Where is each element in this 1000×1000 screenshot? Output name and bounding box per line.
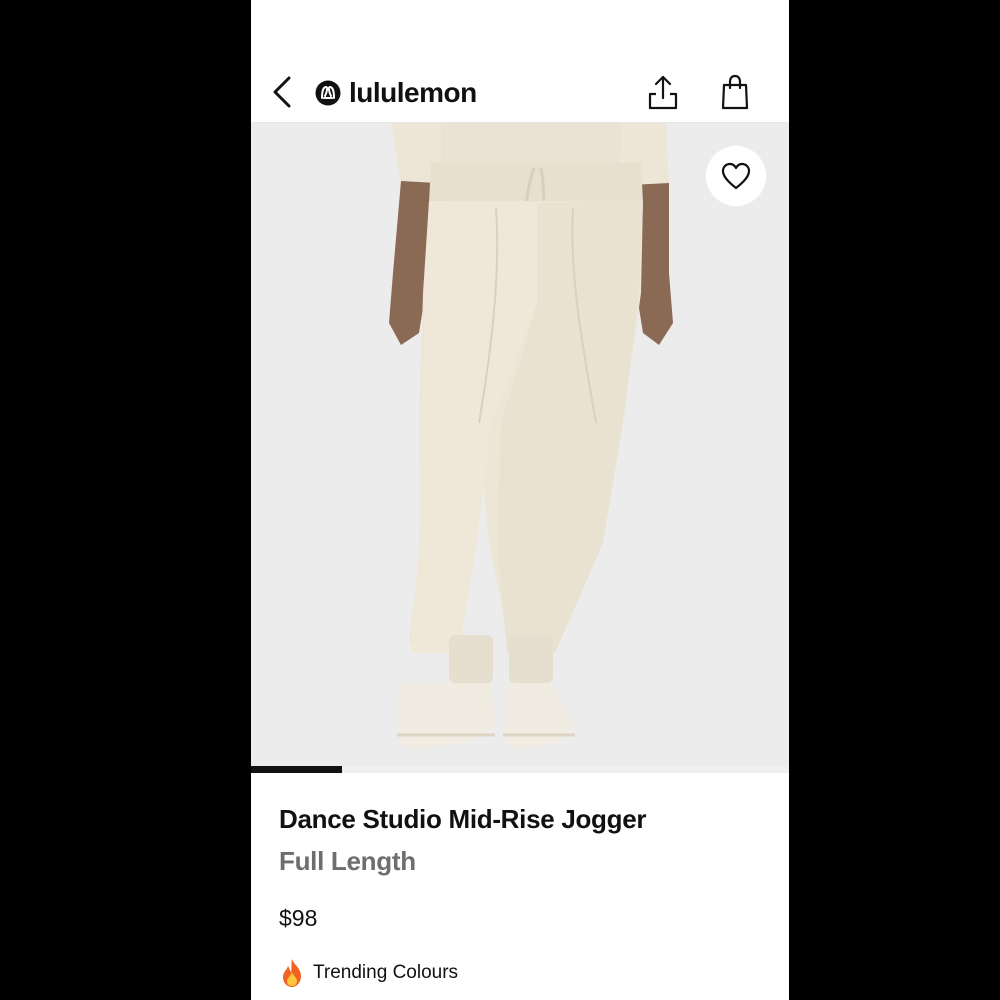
share-icon <box>648 75 678 110</box>
product-price: $98 <box>279 905 318 931</box>
image-carousel-progress <box>251 766 789 773</box>
shopping-bag-button[interactable] <box>713 70 757 114</box>
share-button[interactable] <box>641 70 685 114</box>
trending-colours-link[interactable]: Trending Colours <box>279 958 769 988</box>
brand-header: lululemon <box>315 74 477 112</box>
product-image <box>251 123 789 773</box>
product-image-gallery[interactable] <box>251 123 789 773</box>
fire-icon <box>283 959 301 987</box>
shopping-bag-icon <box>721 74 749 110</box>
product-length: Full Length <box>279 846 416 876</box>
wishlist-button[interactable] <box>706 146 766 206</box>
trending-colours-label: Trending Colours <box>313 962 459 983</box>
app-screen: lululemon Dance Studio Mid-Rise Jogger F… <box>251 0 789 1000</box>
lululemon-logo-icon <box>315 80 341 106</box>
top-navigation-bar: lululemon <box>251 0 789 123</box>
brand-name: lululemon <box>349 77 477 108</box>
product-info: Dance Studio Mid-Rise Jogger Full Length… <box>279 800 769 988</box>
back-button[interactable] <box>265 72 299 112</box>
image-carousel-progress-fill <box>251 766 343 773</box>
product-name: Dance Studio Mid-Rise Jogger <box>279 804 647 834</box>
chevron-left-icon <box>273 76 291 108</box>
heart-outline-icon <box>721 162 751 190</box>
